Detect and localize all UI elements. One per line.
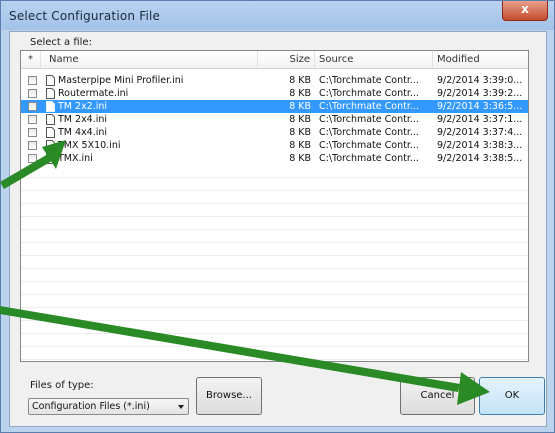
file-size: 8 KB: [289, 75, 311, 86]
file-size: 8 KB: [289, 101, 311, 112]
files-of-type-value: Configuration Files (*.ini): [32, 401, 150, 412]
file-icon: [46, 127, 55, 138]
column-header-modified[interactable]: Modified: [433, 51, 528, 68]
file-icon: [46, 88, 55, 99]
files-of-type-label: Files of type:: [30, 380, 94, 391]
file-size: 8 KB: [289, 114, 311, 125]
file-source: C:\Torchmate Contr...: [319, 88, 419, 99]
file-modified: 9/2/2014 3:39:2...: [437, 88, 523, 99]
file-modified: 9/2/2014 3:38:5...: [437, 153, 523, 164]
file-size: 8 KB: [289, 127, 311, 138]
file-name: TM 4x4.ini: [58, 127, 108, 138]
column-header-name[interactable]: Name: [41, 51, 258, 68]
cancel-button[interactable]: Cancel: [400, 377, 475, 415]
row-gridline: [21, 359, 528, 360]
row-gridline: [21, 229, 528, 230]
row-gridline: [21, 190, 528, 191]
file-icon: [46, 114, 55, 125]
browse-button[interactable]: Browse...: [196, 377, 262, 415]
row-gridline: [21, 320, 528, 321]
file-name: Routermate.ini: [58, 88, 129, 99]
row-gridline: [21, 346, 528, 347]
table-row[interactable]: Masterpipe Mini Profiler.ini 8 KB C:\Torch…: [21, 74, 528, 87]
row-gridline: [21, 281, 528, 282]
file-modified: 9/2/2014 3:39:0...: [437, 75, 523, 86]
select-file-label: Select a file:: [30, 37, 92, 48]
file-name: TMX.ini: [58, 153, 93, 164]
row-gridline: [21, 333, 528, 334]
ok-button[interactable]: OK: [479, 377, 545, 415]
file-icon: [46, 140, 55, 151]
file-modified: 9/2/2014 3:37:4...: [437, 127, 523, 138]
row-gridline: [21, 268, 528, 269]
chevron-down-icon: [178, 405, 184, 409]
file-source: C:\Torchmate Contr...: [319, 153, 419, 164]
row-checkbox[interactable]: [28, 128, 37, 137]
window-title: Select Configuration File: [9, 9, 161, 23]
file-list[interactable]: * Name Size Source Modified Masterpipe M…: [20, 50, 529, 362]
column-header-check[interactable]: *: [21, 51, 41, 68]
file-icon: [46, 101, 55, 112]
row-checkbox[interactable]: [28, 76, 37, 85]
row-gridline: [21, 177, 528, 178]
files-of-type-select[interactable]: Configuration Files (*.ini): [28, 398, 189, 415]
file-modified: 9/2/2014 3:36:5...: [437, 101, 523, 112]
row-gridline: [21, 307, 528, 308]
row-checkbox[interactable]: [28, 115, 37, 124]
file-size: 8 KB: [289, 140, 311, 151]
file-modified: 9/2/2014 3:38:3...: [437, 140, 523, 151]
file-source: C:\Torchmate Contr...: [319, 140, 419, 151]
row-checkbox[interactable]: [28, 102, 37, 111]
file-name: Masterpipe Mini Profiler.ini: [58, 75, 184, 86]
file-name: TM 2x2.ini: [58, 101, 108, 112]
file-source: C:\Torchmate Contr...: [319, 75, 419, 86]
file-name: TM 2x4.ini: [58, 114, 108, 125]
table-row[interactable]: TM 2x4.ini 8 KB C:\Torchmate Contr... 9/2/2…: [21, 113, 528, 126]
row-gridline: [21, 242, 528, 243]
table-row[interactable]: Routermate.ini 8 KB C:\Torchmate Contr... 9…: [21, 87, 528, 100]
row-gridline: [21, 203, 528, 204]
file-source: C:\Torchmate Contr...: [319, 114, 419, 125]
file-source: C:\Torchmate Contr...: [319, 127, 419, 138]
file-source: C:\Torchmate Contr...: [319, 101, 419, 112]
row-gridline: [21, 294, 528, 295]
file-name: TMX 5X10.ini: [58, 140, 121, 151]
row-gridline: [21, 255, 528, 256]
row-gridline: [21, 216, 528, 217]
list-header: * Name Size Source Modified: [21, 51, 528, 69]
table-row[interactable]: TMX.ini 8 KB C:\Torchmate Contr... 9/2/2014…: [21, 152, 528, 165]
row-checkbox[interactable]: [28, 89, 37, 98]
file-modified: 9/2/2014 3:37:1...: [437, 114, 523, 125]
file-size: 8 KB: [289, 153, 311, 164]
table-row[interactable]: TM 2x2.ini 8 KB C:\Torchmate Contr... 9/2/2…: [21, 100, 528, 113]
column-header-source[interactable]: Source: [315, 51, 433, 68]
title-bar[interactable]: Select Configuration File x: [1, 1, 554, 30]
file-size: 8 KB: [289, 88, 311, 99]
close-button[interactable]: x: [502, 1, 548, 21]
table-row[interactable]: TMX 5X10.ini 8 KB C:\Torchmate Contr... 9/2…: [21, 139, 528, 152]
row-checkbox[interactable]: [28, 141, 37, 150]
file-icon: [46, 153, 55, 164]
row-checkbox[interactable]: [28, 154, 37, 163]
table-row[interactable]: TM 4x4.ini 8 KB C:\Torchmate Contr... 9/2/2…: [21, 126, 528, 139]
column-header-size[interactable]: Size: [258, 51, 315, 68]
file-icon: [46, 75, 55, 86]
